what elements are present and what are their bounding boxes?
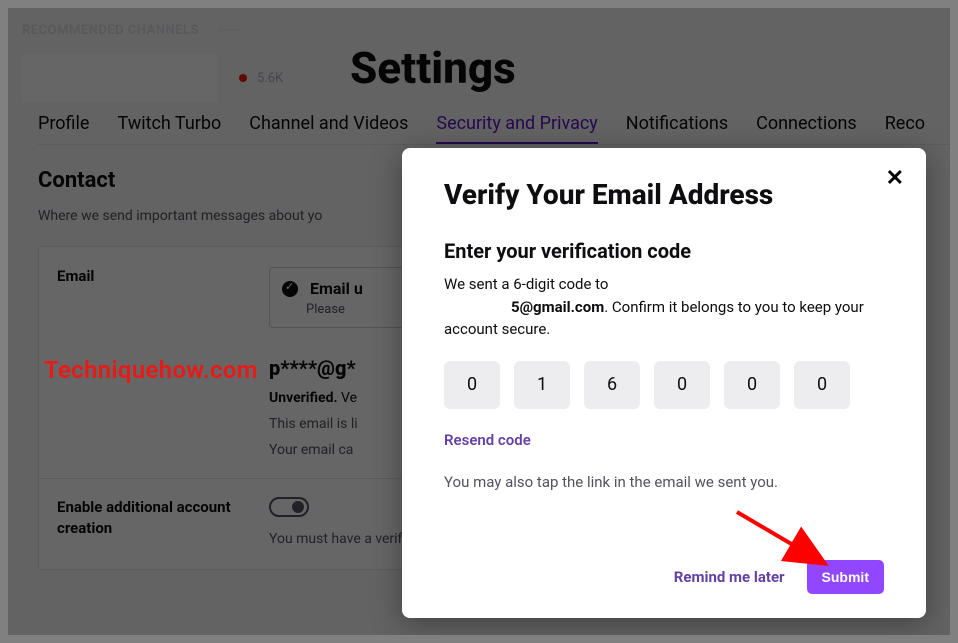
submit-button[interactable]: Submit [807,560,884,594]
resend-code-link[interactable]: Resend code [444,431,884,449]
code-digit-4[interactable]: 0 [654,361,710,409]
tab-connections[interactable]: Connections [756,113,857,134]
close-icon[interactable]: ✕ [886,166,904,191]
modal-title: Verify Your Email Address [444,178,884,211]
tab-profile[interactable]: Profile [38,113,89,134]
viewer-count: 5.6K [257,71,283,86]
enable-additional-label: Enable additional account creation [57,497,237,539]
settings-tabs: Profile Twitch Turbo Channel and Videos … [38,113,950,145]
verify-email-modal: ✕ Verify Your Email Address Enter your v… [402,148,926,618]
unverified-text: Ve [338,390,358,406]
tab-channel-videos[interactable]: Channel and Videos [249,113,408,134]
contact-heading: Contact [38,168,115,193]
unverified-label: Unverified. [269,390,338,406]
code-digit-6[interactable]: 0 [794,361,850,409]
modal-subtitle: Enter your verification code [444,239,884,263]
email-field-label: Email [57,267,237,285]
watermark-text: Techniquehow.com [44,356,258,384]
page-title: Settings [350,42,516,94]
tab-twitch-turbo[interactable]: Twitch Turbo [117,113,221,134]
live-indicator-icon [239,74,247,82]
remind-me-later-button[interactable]: Remind me later [674,568,785,586]
code-digit-1[interactable]: 0 [444,361,500,409]
channel-avatar-block[interactable] [22,54,217,102]
check-circle-icon [282,281,298,297]
code-digit-3[interactable]: 6 [584,361,640,409]
modal-sent-text: We sent a 6-digit code to xxxxxxxxx5@gma… [444,273,884,341]
email-status-title: Email u [310,279,363,298]
code-digit-5[interactable]: 0 [724,361,780,409]
code-input-row: 0 1 6 0 0 0 [444,361,884,409]
recommended-channels-label: RECOMMENDED CHANNELS [22,23,199,38]
tab-security-privacy[interactable]: Security and Privacy [436,113,597,144]
enable-additional-toggle[interactable] [269,497,309,517]
code-digit-2[interactable]: 1 [514,361,570,409]
tab-recommendations[interactable]: Reco [885,113,925,134]
tab-notifications[interactable]: Notifications [626,113,728,134]
collapse-icon[interactable]: ⟵ [217,20,243,41]
tap-link-hint: You may also tap the link in the email w… [444,473,884,491]
